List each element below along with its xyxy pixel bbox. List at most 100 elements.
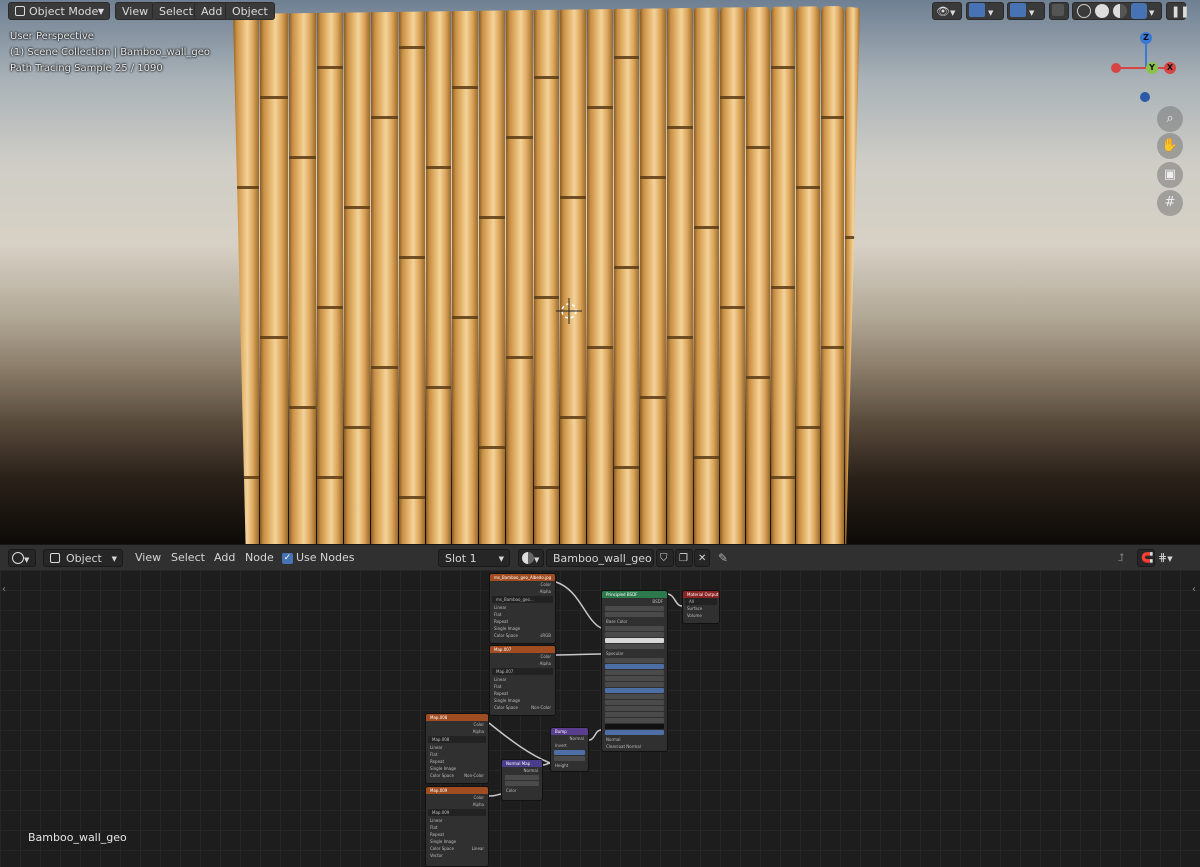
slot-dropdown[interactable]: Slot 1 ▼ [438,549,510,567]
uvmap-field[interactable] [505,781,539,786]
anisotropic-rotation-field[interactable] [605,676,664,681]
subsurface-radius-field[interactable] [605,632,664,637]
source-row[interactable]: Single Image [490,697,555,704]
z-negative-axis-icon[interactable] [1140,92,1150,102]
subsurface-color-field[interactable] [605,638,664,643]
3d-cursor-icon[interactable] [556,298,582,324]
xray-toggle[interactable] [1049,2,1069,20]
solid-shading-icon[interactable] [1095,4,1109,18]
image-texture-node-albedo[interactable]: ms_Bamboo_geo_Albedo.jpg Color Alpha ms_… [489,573,556,644]
material-name-field[interactable]: Bamboo_wall_geo [546,549,654,567]
color-socket[interactable]: Color [502,787,542,794]
add-menu[interactable]: Add [194,2,230,20]
object-menu[interactable]: Object [225,2,275,20]
pan-hand-icon[interactable]: ✋ [1157,133,1183,159]
normal-map-node[interactable]: Normal Map Normal Color [501,759,543,801]
target-dropdown[interactable]: All [685,598,717,605]
interpolation-row[interactable]: Linear [490,676,555,683]
principled-bsdf-node[interactable]: Principled BSDF BSDF Base Color Specular… [601,590,668,752]
image-selector[interactable]: ms_Bamboo_geo... [492,596,553,603]
image-texture-node-2[interactable]: Map.007 Color Alpha Map.007 Linear Flat … [489,645,556,716]
editor-type-dropdown[interactable]: ▼ [8,549,36,567]
duplicate-material-icon[interactable]: ❐ [675,549,693,567]
camera-view-icon[interactable]: ▣ [1157,162,1183,188]
use-nodes-toggle[interactable]: ✓ Use Nodes [282,549,355,567]
sidebar-toggle-left-icon[interactable]: ‹ [2,584,6,595]
base-color-socket[interactable]: Base Color [602,618,667,625]
material-output-node[interactable]: Material Output All Surface Volume [682,590,720,624]
height-socket[interactable]: Height [551,762,588,769]
z-axis-icon[interactable]: Z [1140,32,1152,44]
source-row[interactable]: Single Image [426,838,488,845]
material-shading-icon[interactable] [1113,4,1127,18]
snap-mode-dropdown[interactable]: ⋕▼ [1158,549,1173,567]
extension-row[interactable]: Repeat [426,758,488,765]
volume-socket[interactable]: Volume [683,612,719,619]
extension-row[interactable]: Repeat [426,831,488,838]
projection-row[interactable]: Flat [490,683,555,690]
image-texture-node-3[interactable]: Map.008 Color Alpha Map.008 Linear Flat … [425,713,489,784]
color-space-row[interactable]: Color Space Non-Color [490,704,555,711]
pause-render-button[interactable]: ❚❚ [1166,2,1189,20]
distribution-dropdown[interactable] [605,606,664,611]
invert-toggle[interactable]: Invert [551,742,588,749]
node-view-menu[interactable]: View [135,549,161,567]
view-menu[interactable]: View [115,2,156,20]
visibility-dropdown[interactable]: 👁▼ [932,2,962,20]
node-select-menu[interactable]: Select [171,549,205,567]
overlay-toggle-dropdown[interactable]: ▼ [1007,2,1045,20]
snap-toggle-icon[interactable]: 🧲 [1137,549,1155,567]
emission-field[interactable] [605,724,664,729]
source-row[interactable]: Single Image [490,625,555,632]
distance-field[interactable] [554,756,585,761]
normal-socket[interactable]: Normal [602,736,667,743]
surface-socket[interactable]: Surface [683,605,719,612]
vector-row[interactable]: Vector [426,852,488,859]
projection-row[interactable]: Flat [490,611,555,618]
color-space-row[interactable]: Color Space sRGB [490,632,555,639]
image-selector[interactable]: Map.007 [492,668,553,675]
sheen-field[interactable] [605,682,664,687]
specular-tint-field[interactable] [605,658,664,663]
clearcoat-normal-socket[interactable]: Clearcoat Normal [602,743,667,750]
zoom-icon[interactable]: ⌕ [1157,106,1183,132]
x-axis-icon[interactable]: X [1164,62,1176,74]
parent-node-tree-icon[interactable]: ⮥ [1118,549,1125,567]
ortho-grid-icon[interactable]: # [1157,190,1183,216]
alpha-field[interactable] [605,730,664,735]
fake-user-shield-icon[interactable]: ⛉ [656,549,674,567]
transmission-field[interactable] [605,712,664,717]
clearcoat-field[interactable] [605,694,664,699]
roughness-field[interactable] [605,664,664,669]
ior-field[interactable] [605,706,664,711]
projection-row[interactable]: Flat [426,751,488,758]
wireframe-shading-icon[interactable] [1077,4,1091,18]
sheen-tint-field[interactable] [605,688,664,693]
image-selector[interactable]: Map.009 [428,809,486,816]
color-space-row[interactable]: Color Space Linear [426,845,488,852]
anisotropic-field[interactable] [605,670,664,675]
shader-type-dropdown[interactable]: Object ▼ [43,549,123,567]
x-negative-axis-icon[interactable] [1111,63,1121,73]
bamboo-wall-object[interactable] [233,6,860,544]
material-browse-dropdown[interactable]: ▼ [518,549,544,567]
sidebar-toggle-right-icon[interactable]: ‹ [1192,584,1196,595]
strength-field[interactable] [554,750,585,755]
specular-socket[interactable]: Specular [602,650,667,657]
projection-row[interactable]: Flat [426,824,488,831]
select-menu[interactable]: Select [152,2,200,20]
node-add-menu[interactable]: Add [214,549,235,567]
interpolation-row[interactable]: Linear [426,817,488,824]
subsurface-field[interactable] [605,626,664,631]
subsurface-method-dropdown[interactable] [605,612,664,617]
transmission-roughness-field[interactable] [605,718,664,723]
gizmo-toggle-dropdown[interactable]: ▼ [966,2,1004,20]
source-row[interactable]: Single Image [426,765,488,772]
rendered-shading-icon[interactable] [1131,3,1147,19]
extension-row[interactable]: Repeat [490,618,555,625]
image-selector[interactable]: Map.008 [428,736,486,743]
bump-node[interactable]: Bump Normal Invert Height [550,727,589,772]
interpolation-row[interactable]: Linear [426,744,488,751]
color-space-row[interactable]: Color Space Non-Color [426,772,488,779]
space-dropdown[interactable] [505,775,539,780]
